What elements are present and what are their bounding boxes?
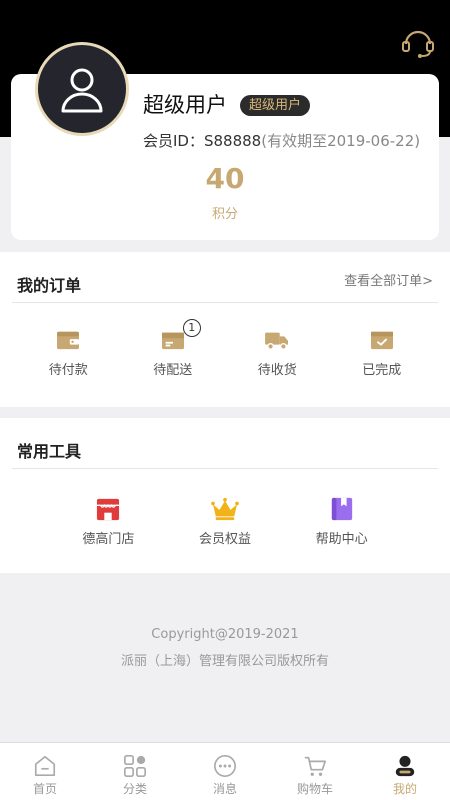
divider xyxy=(12,468,438,469)
home-icon xyxy=(32,753,58,779)
order-label: 待付款 xyxy=(48,363,88,378)
order-pending-payment[interactable]: 待付款 xyxy=(16,327,121,378)
category-icon xyxy=(122,753,148,779)
notification-badge: 1 xyxy=(182,319,201,337)
order-label: 已完成 xyxy=(362,363,402,378)
member-info: 会员ID：S88888(有效期至2019-06-22) xyxy=(143,130,420,151)
tool-help-center[interactable]: 帮助中心 xyxy=(283,496,400,547)
tab-label: 消息 xyxy=(212,782,237,796)
tool-label: 帮助中心 xyxy=(315,532,368,547)
cart-icon xyxy=(302,753,328,779)
book-icon xyxy=(328,496,356,522)
wallet-icon xyxy=(54,327,82,353)
order-label: 待配送 xyxy=(153,363,193,378)
package-icon: 1 xyxy=(159,319,201,353)
customer-service-icon[interactable] xyxy=(400,24,436,60)
bottom-tab-bar: 首页 分类 消息 购物车 我的 xyxy=(0,742,450,800)
copyright-text: Copyright@2019-2021 xyxy=(151,627,299,642)
tab-home[interactable]: 首页 xyxy=(0,743,90,800)
tools-title: 常用工具 xyxy=(17,442,82,461)
points-label: 积分 xyxy=(211,207,238,222)
tab-label: 分类 xyxy=(122,782,147,796)
box-check-icon xyxy=(368,327,396,353)
truck-icon xyxy=(263,327,291,353)
tool-label: 德高门店 xyxy=(82,532,135,547)
tab-messages[interactable]: 消息 xyxy=(180,743,270,800)
user-icon xyxy=(61,68,103,113)
tools-section: 常用工具 德高门店 会员权益 帮助中心 xyxy=(0,418,450,573)
tab-profile[interactable]: 我的 xyxy=(360,743,450,800)
points-value[interactable]: 40 xyxy=(0,162,450,195)
avatar[interactable] xyxy=(35,42,129,136)
tab-label: 我的 xyxy=(392,782,417,796)
view-all-orders-link[interactable]: 查看全部订单> xyxy=(344,270,433,289)
profile-icon xyxy=(392,753,418,779)
tool-stores[interactable]: 德高门店 xyxy=(50,496,167,547)
tab-label: 首页 xyxy=(32,782,57,796)
message-icon xyxy=(212,753,238,779)
level-badge: 超级用户 xyxy=(240,95,311,116)
order-pending-receipt[interactable]: 待收货 xyxy=(225,327,330,378)
order-pending-delivery[interactable]: 1 待配送 xyxy=(121,319,226,378)
divider xyxy=(12,302,438,303)
tool-label: 会员权益 xyxy=(199,532,252,547)
tab-category[interactable]: 分类 xyxy=(90,743,180,800)
tool-member-benefits[interactable]: 会员权益 xyxy=(167,496,284,547)
order-completed[interactable]: 已完成 xyxy=(330,327,435,378)
tab-label: 购物车 xyxy=(296,782,333,796)
orders-title: 我的订单 xyxy=(17,276,82,295)
order-label: 待收货 xyxy=(257,363,297,378)
tab-cart[interactable]: 购物车 xyxy=(270,743,360,800)
member-id: 会员ID：S88888 xyxy=(143,132,262,150)
company-text: 派丽（上海）管理有限公司版权所有 xyxy=(120,654,329,669)
orders-section: 我的订单 查看全部订单> 待付款 1 待配送 待收货 已完成 xyxy=(0,252,450,407)
crown-icon xyxy=(211,496,239,522)
member-expiry: (有效期至2019-06-22) xyxy=(261,132,421,150)
store-icon xyxy=(94,496,122,522)
username: 超级用户 xyxy=(143,93,227,117)
